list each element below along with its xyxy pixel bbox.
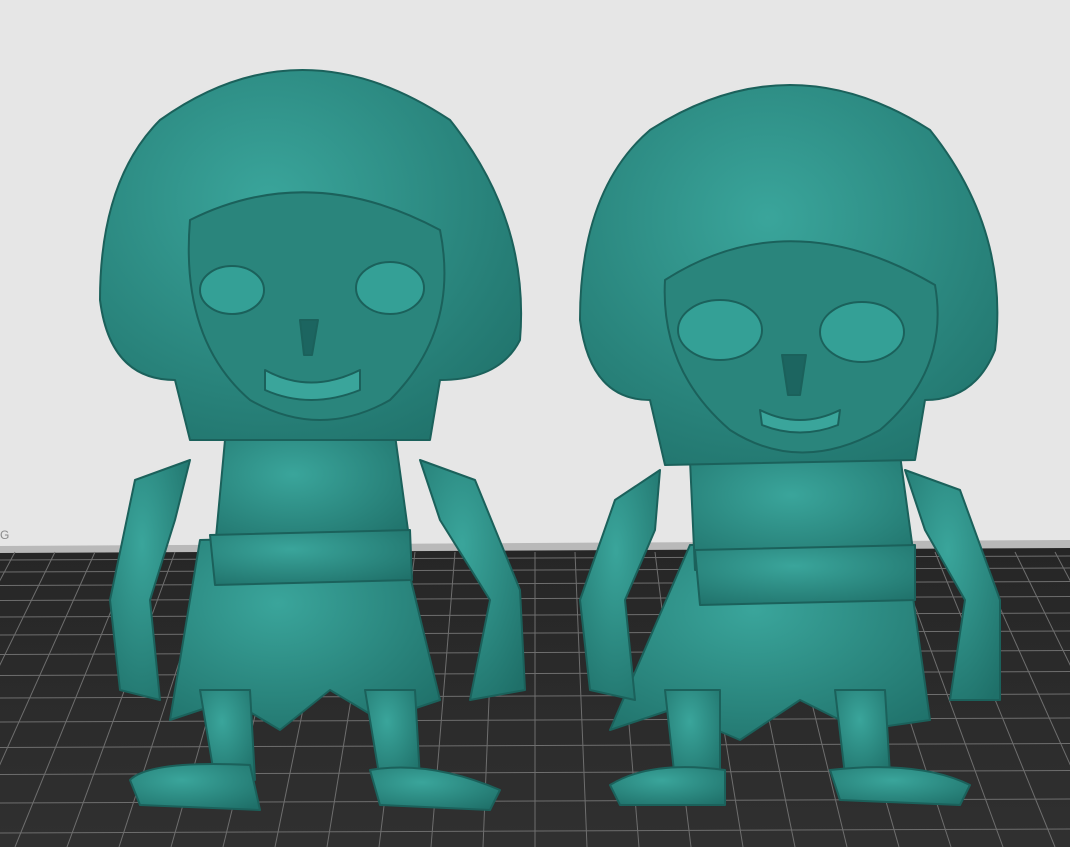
- foot-left-a: [129, 763, 261, 811]
- leg-right-b: [834, 689, 891, 776]
- belt-right: [694, 544, 916, 606]
- axis-edge-label: G: [0, 528, 10, 542]
- eye-socket-left-b: [355, 261, 425, 315]
- scene-canvas[interactable]: [0, 0, 1070, 847]
- 3d-viewport[interactable]: G: [0, 0, 1070, 847]
- eye-socket-right-a: [677, 299, 763, 361]
- eye-socket-right-b: [819, 301, 905, 363]
- eye-socket-left-a: [199, 265, 265, 315]
- belt-left: [209, 529, 413, 586]
